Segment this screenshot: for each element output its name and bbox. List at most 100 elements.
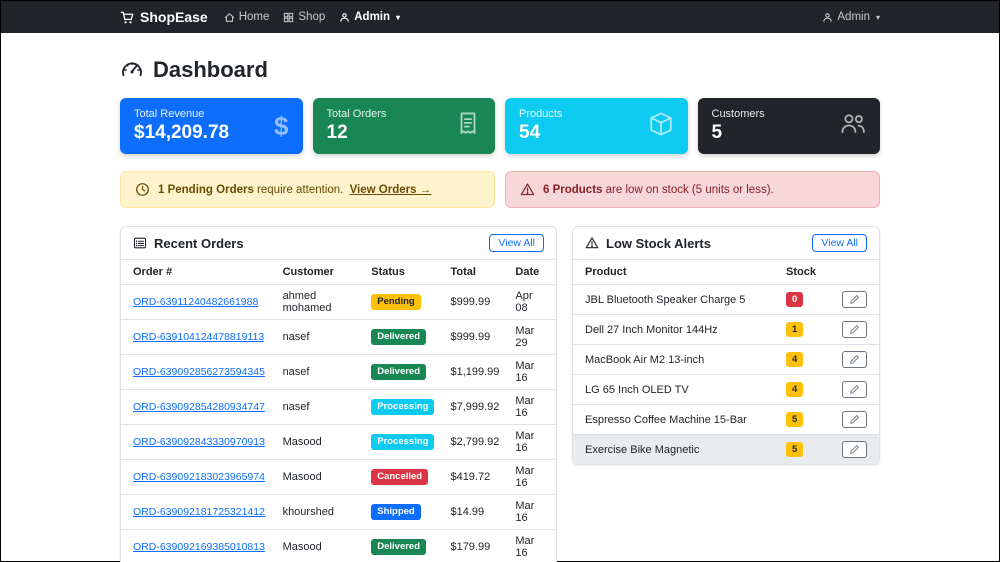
stat-card: Customers 5 [697, 98, 880, 154]
status-badge: 5 [786, 411, 804, 428]
status-badge: 4 [786, 351, 804, 368]
pencil-icon [850, 415, 859, 424]
low-stock-row: Dell 27 Inch Monitor 144Hz 1 [573, 314, 879, 345]
cards-row: Recent Orders View All Order # Customer … [120, 226, 880, 562]
stat-card: Total Revenue $14,209.78 $ [120, 98, 303, 154]
receipt-icon [455, 111, 481, 142]
orders-col-status: Status [363, 260, 443, 285]
status-badge: Delivered [371, 539, 427, 555]
alert-bold-text: 6 Products [543, 183, 603, 196]
dollar-icon: $ [274, 110, 289, 141]
alert-text: 1 Pending Orders require attention. View… [158, 184, 431, 196]
cart-icon [120, 10, 135, 25]
edit-product-button[interactable] [842, 291, 867, 308]
alert-rest-text: require attention. [253, 183, 344, 196]
user-menu-dropdown[interactable]: Admin ▾ [822, 11, 880, 23]
nav-admin-label: Admin [354, 11, 391, 23]
low-stock-table: Product Stock JBL Bluetooth Speaker Char… [573, 260, 879, 464]
order-link[interactable]: ORD-639092856273594345 [133, 366, 265, 378]
lowstock-col-stock: Stock [778, 260, 834, 285]
edit-product-button[interactable] [842, 381, 867, 398]
stat-value: 12 [326, 122, 348, 143]
low-stock-row: LG 65 Inch OLED TV 4 [573, 374, 879, 405]
edit-product-button[interactable] [842, 321, 867, 338]
low-stock-alert: 6 Products are low on stock (5 units or … [505, 171, 880, 208]
order-row: ORD-639092183023965974 Masood Cancelled $41… [121, 459, 556, 495]
nav-admin-dropdown[interactable]: Admin ▾ [339, 11, 400, 23]
lowstock-col-action [834, 260, 879, 285]
stat-value: 54 [519, 122, 541, 143]
page-title: Dashboard [120, 57, 880, 83]
status-badge: Cancelled [371, 469, 429, 485]
stat-value: $14,209.78 [134, 122, 230, 143]
status-badge: Shipped [371, 504, 421, 520]
edit-product-button[interactable] [842, 351, 867, 368]
lowstock-col-product: Product [573, 260, 778, 285]
orders-col-date: Date [507, 260, 556, 285]
orders-view-all-button[interactable]: View All [489, 234, 544, 252]
nav-shop-label: Shop [298, 11, 326, 23]
low-stock-view-all-button[interactable]: View All [812, 234, 867, 252]
orders-col-customer: Customer [274, 260, 364, 285]
order-row: ORD-639104124478819113 nasef Delivered $999… [121, 319, 556, 355]
order-row: ORD-639092181725321412 khourshed Shipped $1… [121, 494, 556, 530]
orders-col-order: Order # [121, 260, 275, 285]
order-link[interactable]: ORD-639092843330970913 [133, 436, 265, 448]
view-orders-link[interactable]: View Orders → [350, 184, 432, 196]
order-link[interactable]: ORD-63911240482661988 [133, 296, 258, 308]
edit-product-button[interactable] [842, 411, 867, 428]
status-badge: 4 [786, 381, 804, 398]
clock-icon [135, 182, 150, 197]
person-icon [822, 12, 833, 23]
order-link[interactable]: ORD-639092854280934747 [133, 401, 265, 413]
speedometer-icon [120, 58, 144, 82]
nav-shop[interactable]: Shop [283, 11, 325, 23]
order-link[interactable]: ORD-639104124478819113 [133, 331, 264, 343]
order-link[interactable]: ORD-639092169385010813 [133, 541, 265, 553]
people-icon [840, 111, 866, 142]
stat-card: Total Orders 12 [312, 98, 495, 154]
pencil-icon [850, 385, 859, 394]
stat-label: Total Orders [326, 108, 387, 120]
grid-icon [283, 12, 294, 23]
status-badge: 5 [786, 441, 804, 458]
stat-label: Customers [711, 108, 765, 120]
edit-product-button[interactable] [842, 441, 867, 458]
person-gear-icon [339, 12, 350, 23]
recent-orders-card: Recent Orders View All Order # Customer … [120, 226, 557, 562]
pencil-icon [850, 325, 859, 334]
nav-home-label: Home [238, 11, 270, 23]
nav-home[interactable]: Home [224, 11, 270, 23]
lowstock-tbody: JBL Bluetooth Speaker Charge 5 0 Dell 27 I… [573, 284, 879, 464]
order-row: ORD-63911240482661988 ahmed mohamed Pendin… [121, 284, 556, 320]
house-icon [224, 12, 235, 23]
status-badge: Processing [371, 434, 435, 450]
user-menu-label: Admin [837, 11, 870, 23]
list-icon [133, 236, 147, 250]
order-row: ORD-639092843330970913 Masood Processing $2… [121, 424, 556, 460]
stat-card: Products 54 [505, 98, 688, 154]
page-title-label: Dashboard [153, 57, 268, 82]
status-badge: Delivered [371, 364, 427, 380]
low-stock-title-label: Low Stock Alerts [606, 235, 711, 251]
orders-tbody: ORD-63911240482661988 ahmed mohamed Pendin… [121, 284, 556, 562]
status-badge: Processing [371, 399, 435, 415]
pending-orders-alert: 1 Pending Orders require attention. View… [120, 171, 495, 208]
stat-label: Products [519, 108, 563, 120]
order-row: ORD-639092854280934747 nasef Processing $7,… [121, 389, 556, 425]
recent-orders-title: Recent Orders [133, 236, 244, 251]
alert-text: 6 Products are low on stock (5 units or … [543, 184, 774, 196]
order-row: ORD-639092169385010813 Masood Delivered $17… [121, 529, 556, 562]
pencil-icon [850, 445, 859, 454]
alert-bold-text: 1 Pending Orders [158, 183, 254, 196]
brand-link[interactable]: ShopEase [120, 9, 208, 25]
low-stock-row: Exercise Bike Magnetic 5 [573, 434, 879, 464]
low-stock-title: Low Stock Alerts [585, 236, 711, 251]
pencil-icon [850, 295, 859, 304]
order-link[interactable]: ORD-639092181725321412 [133, 506, 265, 518]
status-badge: 1 [786, 321, 804, 338]
order-row: ORD-639092856273594345 nasef Delivered $1,1… [121, 354, 556, 390]
order-link[interactable]: ORD-639092183023965974 [133, 471, 265, 483]
low-stock-card: Low Stock Alerts View All Product Stock … [572, 226, 880, 465]
low-stock-row: Espresso Coffee Machine 15-Bar 5 [573, 404, 879, 435]
